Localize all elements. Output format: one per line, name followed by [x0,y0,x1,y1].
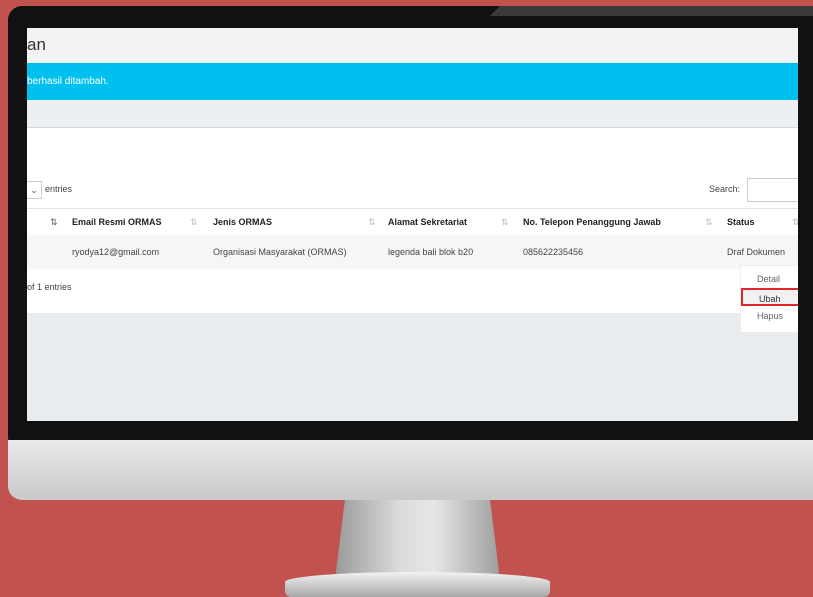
menu-item-detail[interactable]: Detail [741,270,798,288]
success-alert: berhasil ditambah. [27,63,798,100]
action-menu: Detail Ubah Hapus [740,265,798,333]
table-header: ⇅ Email Resmi ORMAS ⇅ Jenis ORMAS ⇅ Alam… [27,208,798,236]
monitor-stand-base [285,572,550,597]
search-input[interactable] [747,178,798,202]
screen: an berhasil ditambah. ⌄ entries Search: … [27,28,798,421]
table-info: of 1 entries [27,282,72,292]
search-label: Search: [709,184,741,194]
col-telepon[interactable]: No. Telepon Penanggung Jawab [523,209,661,235]
entries-label: entries [45,184,73,194]
cell-alamat: legenda bali blok b20 [388,247,474,257]
chevron-down-icon: ⌄ [30,185,38,195]
menu-item-ubah[interactable]: Ubah [741,288,798,306]
sort-icon[interactable]: ⇅ [501,209,509,235]
cell-telepon: 085622235456 [523,247,584,257]
col-jenis[interactable]: Jenis ORMAS [213,209,272,235]
sub-bar [27,100,798,128]
sort-icon[interactable]: ⇅ [792,209,798,235]
cell-email: ryodya12@gmail.com [72,247,160,257]
table-card: ⌄ entries Search: ⇅ Email Resmi ORMAS ⇅ … [27,128,798,313]
col-status[interactable]: Status [727,209,755,235]
sort-icon[interactable]: ⇅ [705,209,713,235]
sort-icon[interactable]: ⇅ [190,209,198,235]
col-alamat[interactable]: Alamat Sekretariat [388,209,467,235]
entries-length-select[interactable]: ⌄ [27,181,42,199]
monitor-gloss [490,6,813,16]
page-title: an [27,28,798,62]
menu-item-hapus[interactable]: Hapus [741,307,798,325]
cell-jenis: Organisasi Masyarakat (ORMAS) [213,247,347,257]
cell-status[interactable]: Draf Dokumen [727,235,785,269]
sort-active-icon[interactable]: ⇅ [50,209,58,235]
col-email[interactable]: Email Resmi ORMAS [72,209,162,235]
sort-icon[interactable]: ⇅ [368,209,376,235]
monitor-stand-neck [335,500,500,580]
table-row: ryodya12@gmail.com Organisasi Masyarakat… [27,235,798,269]
monitor-chin [8,440,813,500]
